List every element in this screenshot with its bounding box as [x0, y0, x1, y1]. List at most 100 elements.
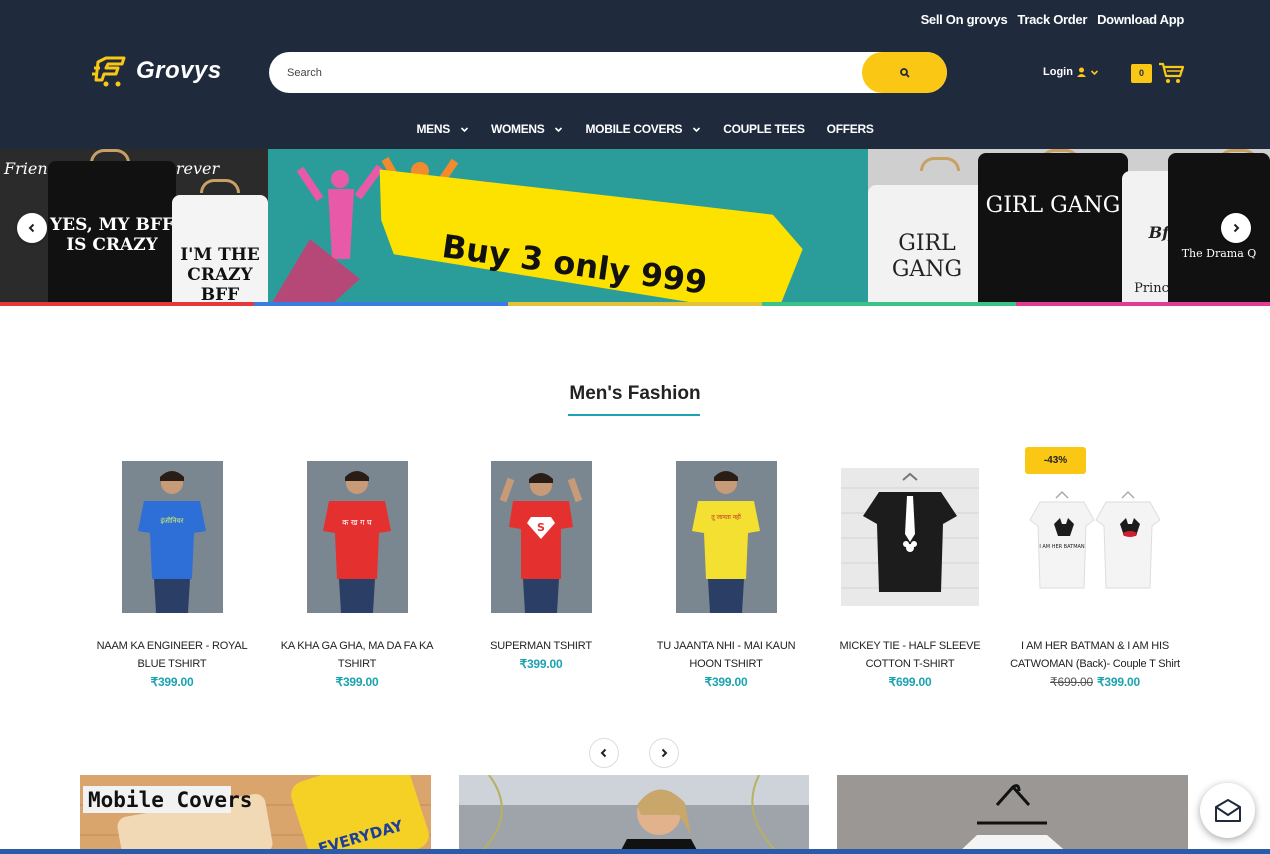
- category-image: [459, 775, 809, 854]
- product-photo: तू जानता नहीं: [676, 461, 777, 613]
- category-image: [837, 775, 1188, 854]
- product-name[interactable]: KA KHA GA GHA, MA DA FA KA TSHIRT: [272, 637, 442, 673]
- category-label: Mobile Covers: [88, 788, 252, 812]
- download-app-link[interactable]: Download App: [1097, 12, 1184, 27]
- tee-print: GIRL GANG: [985, 193, 1121, 218]
- search-button[interactable]: [862, 52, 947, 93]
- cart-button[interactable]: 0: [1131, 62, 1184, 84]
- logo-text: Grovys: [136, 57, 222, 84]
- tee-print-text: I AM HER BATMAN: [1039, 544, 1085, 550]
- search-bar: [269, 52, 947, 93]
- product-price: ₹399.00: [704, 675, 748, 689]
- top-links: Sell On grovys Track Order Download App: [921, 12, 1185, 27]
- banner-tee: GIRL GANG: [978, 153, 1128, 306]
- site-logo[interactable]: Grovys: [92, 54, 222, 88]
- product-old-price: ₹699.00: [1050, 675, 1093, 689]
- message-button[interactable]: [1200, 783, 1255, 838]
- tee-print: GIRL GANG: [891, 231, 963, 282]
- product-price: ₹699.00: [888, 675, 932, 689]
- cart-icon: [1159, 62, 1184, 83]
- product-price: ₹399.00: [519, 657, 563, 671]
- banner-bottom-strip: [0, 302, 1270, 306]
- product-image[interactable]: S: [491, 461, 592, 613]
- product-name[interactable]: TU JAANTA NHI - MAI KAUN HOON TSHIRT: [641, 637, 811, 673]
- login-dropdown[interactable]: Login: [1043, 66, 1099, 78]
- tee-print: I'M THE CRAZY BFF: [180, 245, 260, 305]
- product-name[interactable]: NAAM KA ENGINEER - ROYAL BLUE TSHIRT: [87, 637, 257, 673]
- chevron-left-icon: [28, 223, 35, 233]
- section-title: Men's Fashion: [569, 383, 701, 404]
- product-name[interactable]: SUPERMAN TSHIRT: [456, 637, 626, 655]
- nav-label: COUPLE TEES: [723, 122, 805, 136]
- hanger-icon: [920, 157, 960, 171]
- search-icon: [899, 67, 910, 78]
- discount-badge: -43%: [1025, 447, 1086, 474]
- nav-item-couple-tees[interactable]: COUPLE TEES: [723, 122, 805, 136]
- banner-tee: I'M THE CRAZY BFF: [172, 195, 268, 306]
- banner-next-button[interactable]: [1221, 213, 1251, 243]
- banner-tee: YES, MY BFF IS CRAZY: [48, 161, 176, 306]
- cart-count-badge: 0: [1131, 63, 1152, 83]
- site-header: Sell On grovys Track Order Download App …: [0, 0, 1270, 149]
- tee-shape: [1095, 501, 1161, 589]
- product-photo: S: [491, 461, 592, 613]
- product-name[interactable]: MICKEY TIE - HALF SLEEVE COTTON T-SHIRT: [825, 637, 995, 673]
- product-name[interactable]: I AM HER BATMAN & I AM HIS CATWOMAN (Bac…: [1010, 637, 1180, 673]
- tee-print: YES, MY BFF IS CRAZY: [50, 215, 174, 255]
- mail-icon: [1214, 798, 1241, 822]
- chevron-down-icon: [460, 126, 469, 132]
- section-title-underline: [568, 414, 700, 416]
- chevron-down-icon: [555, 126, 563, 132]
- category-image: Mobile Covers EVERYDAY: [80, 775, 431, 854]
- product-price: ₹399.00: [150, 675, 194, 689]
- product-photo: I AM HER BATMAN: [1026, 468, 1164, 606]
- banner-tee: GIRL GANG: [868, 185, 986, 306]
- product-photo: [841, 468, 979, 606]
- product-image[interactable]: क ख ग घ: [307, 461, 408, 613]
- nav-label: MOBILE COVERS: [585, 122, 683, 136]
- tee-print-text: तू जानता नहीं: [711, 513, 741, 521]
- main-nav: MENS WOMENS MOBILE COVERS COUPLE TEES OF…: [0, 122, 1270, 136]
- product-photo: इंजीनियर: [122, 461, 223, 613]
- taskbar-edge: [0, 849, 1270, 854]
- track-order-link[interactable]: Track Order: [1017, 12, 1087, 27]
- banner-tee: The Drama Q: [1168, 153, 1270, 306]
- nav-label: MENS: [416, 122, 450, 136]
- category-tile-tees[interactable]: [837, 775, 1188, 854]
- product-photo: क ख ग घ: [307, 461, 408, 613]
- hanger-icon: [200, 179, 240, 193]
- nav-label: OFFERS: [826, 122, 874, 136]
- nav-item-womens[interactable]: WOMENS: [491, 122, 564, 136]
- product-price: ₹399.00: [1097, 675, 1140, 689]
- product-image[interactable]: [841, 461, 979, 613]
- hero-banner[interactable]: Friends Forever YES, MY BFF IS CRAZY I'M…: [0, 149, 1270, 306]
- chevron-down-icon: [1090, 69, 1099, 75]
- tee-print: The Drama Q: [1181, 247, 1257, 260]
- product-image[interactable]: तू जानता नहीं: [676, 461, 777, 613]
- chevron-left-icon: [600, 748, 607, 758]
- login-label: Login: [1043, 66, 1073, 78]
- nav-item-offers[interactable]: OFFERS: [827, 122, 874, 136]
- carousel-next-button[interactable]: [649, 738, 679, 768]
- search-input[interactable]: [269, 52, 849, 93]
- chevron-right-icon: [1233, 223, 1240, 233]
- category-tile-women[interactable]: [459, 775, 810, 854]
- carousel-prev-button[interactable]: [589, 738, 619, 768]
- logo-mark-icon: [92, 54, 130, 88]
- product-image[interactable]: इंजीनियर: [122, 461, 223, 613]
- chevron-down-icon: [693, 126, 701, 132]
- tee-print-text: इंजीनियर: [160, 516, 183, 525]
- product-image[interactable]: I AM HER BATMAN: [1026, 461, 1164, 613]
- tee-print-text: S: [537, 521, 545, 534]
- user-icon: [1076, 67, 1086, 77]
- nav-item-mobile-covers[interactable]: MOBILE COVERS: [585, 122, 701, 136]
- nav-item-mens[interactable]: MENS: [416, 122, 469, 136]
- banner-right-panel: GIRL GANG GIRL GANG Bff Princess The Dra…: [868, 149, 1270, 306]
- sell-link[interactable]: Sell On grovys: [921, 12, 1008, 27]
- tee-print-text: क ख ग घ: [342, 518, 372, 527]
- chevron-right-icon: [661, 748, 668, 758]
- category-tile-mobile-covers[interactable]: Mobile Covers EVERYDAY: [80, 775, 431, 854]
- nav-label: WOMENS: [490, 122, 545, 136]
- product-price: ₹399.00: [335, 675, 379, 689]
- banner-prev-button[interactable]: [17, 213, 47, 243]
